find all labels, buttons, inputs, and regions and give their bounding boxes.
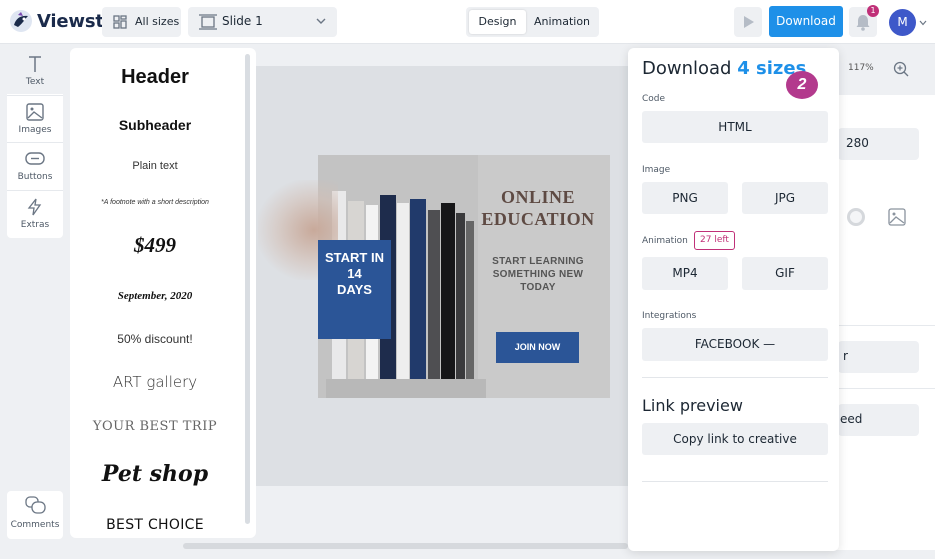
lightning-icon [27, 198, 42, 216]
preset-best-choice[interactable]: BEST CHOICE [70, 517, 240, 533]
zoom-in-icon[interactable] [893, 61, 909, 77]
preset-best-trip[interactable]: YOUR BEST TRIP [70, 419, 240, 434]
preset-plain-text[interactable]: Plain text [70, 160, 240, 172]
slide-selector[interactable]: Slide 1 [188, 7, 337, 37]
creative-subtitle[interactable]: START LEARNING SOMETHING NEW TODAY [476, 255, 600, 294]
image-icon [26, 103, 44, 121]
properties-button-label: r [843, 349, 848, 363]
grid-icon [113, 15, 127, 29]
preset-header[interactable]: Header [70, 66, 240, 89]
tool-rail: Text Images Buttons Extras [7, 48, 63, 238]
slide-icon [199, 14, 217, 30]
tool-label: Extras [20, 220, 50, 230]
facebook-integration-button[interactable]: FACEBOOK — [642, 328, 828, 361]
play-button[interactable] [734, 7, 762, 37]
divider [642, 481, 828, 482]
tab-animation[interactable]: Animation [528, 10, 596, 34]
download-mp4-button[interactable]: MP4 [642, 257, 728, 290]
step-badge: 2 [786, 71, 818, 99]
preset-footnote[interactable]: *A footnote with a short description [70, 199, 240, 206]
tool-text[interactable]: Text [7, 48, 63, 94]
download-button[interactable]: Download [769, 6, 843, 37]
chevron-down-icon [316, 18, 326, 24]
creative-cta-button[interactable]: JOIN NOW [496, 332, 579, 363]
tool-extras[interactable]: Extras [7, 191, 63, 237]
image-section-label: Image [642, 165, 671, 175]
width-field[interactable]: 280 [838, 128, 919, 160]
bell-icon [856, 15, 870, 31]
avatar[interactable]: M [889, 9, 916, 36]
comments-label: Comments [10, 520, 60, 530]
tool-images[interactable]: Images [7, 96, 63, 142]
preset-discount[interactable]: 50% discount! [70, 332, 240, 346]
tool-buttons[interactable]: Buttons [7, 143, 63, 189]
tool-label: Images [18, 125, 52, 135]
preset-art-gallery[interactable]: ART gallery [70, 373, 240, 391]
creative-title[interactable]: ONLINE EDUCATION [476, 186, 600, 230]
preset-subheader[interactable]: Subheader [70, 117, 240, 133]
zoom-level[interactable]: 117% [848, 63, 874, 73]
download-png-button[interactable]: PNG [642, 182, 728, 214]
download-gif-button[interactable]: GIF [742, 257, 828, 290]
notification-badge: 1 [867, 5, 879, 17]
preset-date[interactable]: September, 2020 [70, 290, 240, 302]
all-sizes-button[interactable]: All sizes [102, 7, 181, 37]
canvas-horizontal-scrollbar[interactable] [183, 543, 628, 549]
play-icon [744, 16, 754, 28]
properties-button[interactable]: r [838, 341, 919, 373]
properties-panel [828, 95, 935, 550]
mode-toggle: Design Animation [466, 7, 599, 37]
image-icon[interactable] [888, 208, 906, 226]
fill-option-radio[interactable] [847, 208, 865, 226]
text-presets-panel: Header Subheader Plain text *A footnote … [70, 48, 256, 538]
start-badge-text[interactable]: START IN 14 DAYS [318, 250, 391, 298]
divider [642, 377, 828, 378]
download-jpg-button[interactable]: JPG [742, 182, 828, 214]
slide-label: Slide 1 [222, 14, 263, 28]
width-value: 280 [846, 136, 869, 150]
preset-price[interactable]: $499 [70, 233, 240, 258]
download-title: Download 4 sizes [642, 58, 806, 79]
animation-section-label: Animation [642, 236, 688, 246]
code-section-label: Code [642, 94, 666, 104]
comment-icon [25, 496, 46, 514]
panel-scrollbar[interactable] [245, 54, 250, 524]
animation-quota-badge: 27 left [694, 231, 735, 250]
download-html-button[interactable]: HTML [642, 111, 828, 143]
button-icon [25, 152, 45, 165]
comments-button[interactable]: Comments [7, 491, 63, 539]
app-name: Viewst [37, 11, 104, 32]
copy-link-button[interactable]: Copy link to creative [642, 423, 828, 455]
tab-design[interactable]: Design [469, 10, 526, 34]
tool-label: Buttons [17, 172, 53, 182]
integrations-section-label: Integrations [642, 311, 697, 321]
all-sizes-label: All sizes [135, 15, 180, 28]
divider [828, 388, 935, 389]
link-preview-title: Link preview [642, 396, 743, 415]
download-title-prefix: Download [642, 58, 732, 79]
properties-button-label: eed [840, 412, 863, 426]
chevron-down-icon[interactable] [919, 19, 927, 27]
text-icon [29, 56, 41, 72]
tool-label: Text [25, 77, 45, 87]
preset-pet-shop[interactable]: Pet shop [70, 461, 240, 487]
properties-button[interactable]: eed [838, 404, 919, 436]
divider [828, 325, 935, 326]
viewst-logo-icon[interactable] [9, 9, 33, 33]
